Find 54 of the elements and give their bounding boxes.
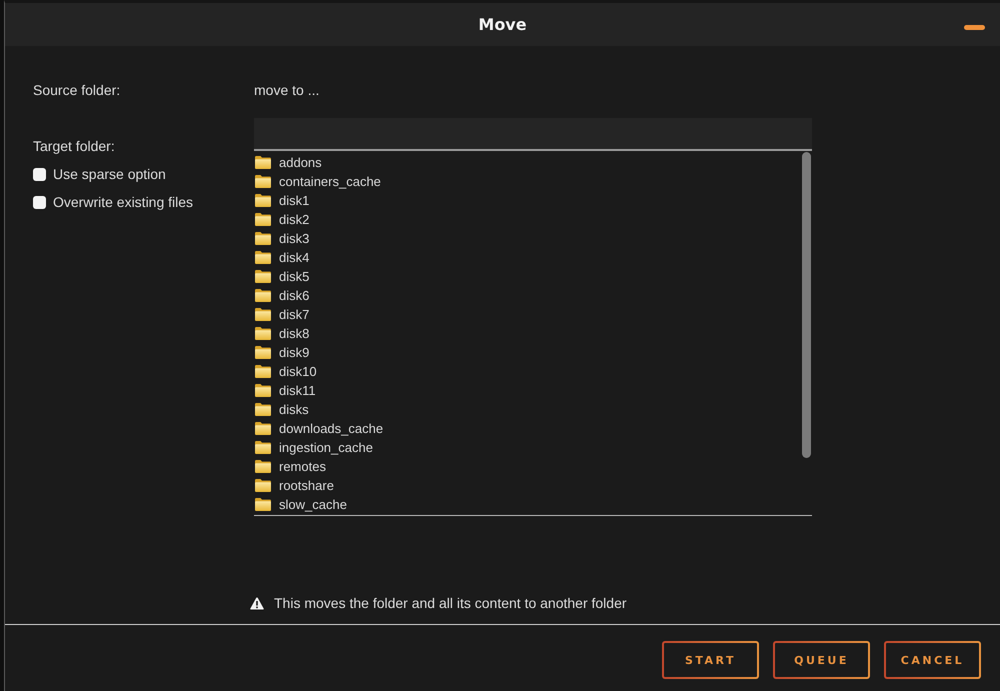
folder-item[interactable]: addons	[255, 153, 322, 172]
field-label: Target folder:	[33, 138, 115, 154]
scrollbar-thumb[interactable]	[802, 152, 811, 458]
folder-icon	[255, 460, 271, 473]
folder-item[interactable]: disk5	[255, 267, 310, 286]
window-title: Move	[478, 15, 527, 34]
folder-icon	[255, 346, 271, 359]
warning-text: This moves the folder and all its content to another folder	[274, 595, 627, 611]
action-button[interactable]: CANCEL	[884, 641, 981, 679]
checkbox[interactable]	[33, 196, 46, 208]
folder-item[interactable]: disk4	[255, 248, 310, 267]
folder-icon	[255, 365, 271, 378]
folder-item[interactable]: disk1	[255, 191, 310, 210]
folder-icon	[255, 441, 271, 454]
folder-item[interactable]: disk8	[255, 324, 310, 343]
folder-item[interactable]: disk7	[255, 305, 310, 324]
folder-icon	[255, 194, 271, 207]
folder-item[interactable]: disk2	[255, 210, 310, 229]
folder-icon	[255, 479, 271, 492]
warning-icon	[250, 596, 264, 610]
folder-icon	[255, 289, 271, 302]
target-input-field[interactable]	[254, 118, 812, 151]
folder-item[interactable]: rootshare	[255, 476, 334, 495]
folder-item[interactable]: disk11	[255, 381, 316, 400]
folder-icon	[255, 232, 271, 245]
folder-item[interactable]: disk9	[255, 343, 310, 362]
source-value: move to ...	[254, 82, 320, 98]
folder-item[interactable]: containers_cache	[255, 172, 381, 191]
action-button[interactable]: QUEUE	[773, 641, 870, 679]
folder-icon	[255, 327, 271, 340]
folder-icon	[255, 251, 271, 264]
checkbox[interactable]	[33, 168, 46, 180]
folder-icon	[255, 308, 271, 321]
folder-icon	[255, 403, 271, 416]
folder-icon	[255, 384, 271, 397]
folder-item[interactable]: remotes	[255, 457, 326, 476]
folder-item[interactable]: disk6	[255, 286, 310, 305]
minimize-icon[interactable]	[964, 25, 985, 30]
field-label: Source folder:	[33, 82, 120, 98]
folder-item[interactable]: ingestion_cache	[255, 438, 373, 457]
folder-item[interactable]: slow_cache	[255, 495, 347, 514]
folder-icon	[255, 422, 271, 435]
checkbox-label: Use sparse option	[53, 166, 166, 182]
folder-item[interactable]: downloads_cache	[255, 419, 384, 438]
action-button[interactable]: START	[662, 641, 759, 679]
folder-item[interactable]: disk10	[255, 362, 317, 381]
folder-icon	[255, 213, 271, 226]
folder-item[interactable]: disk3	[255, 229, 310, 248]
folder-icon	[255, 175, 271, 188]
folder-icon	[255, 156, 271, 169]
checkbox-label: Overwrite existing files	[53, 194, 194, 210]
folder-icon	[255, 270, 271, 283]
folder-icon	[255, 498, 271, 511]
folder-item[interactable]: disks	[255, 400, 309, 419]
